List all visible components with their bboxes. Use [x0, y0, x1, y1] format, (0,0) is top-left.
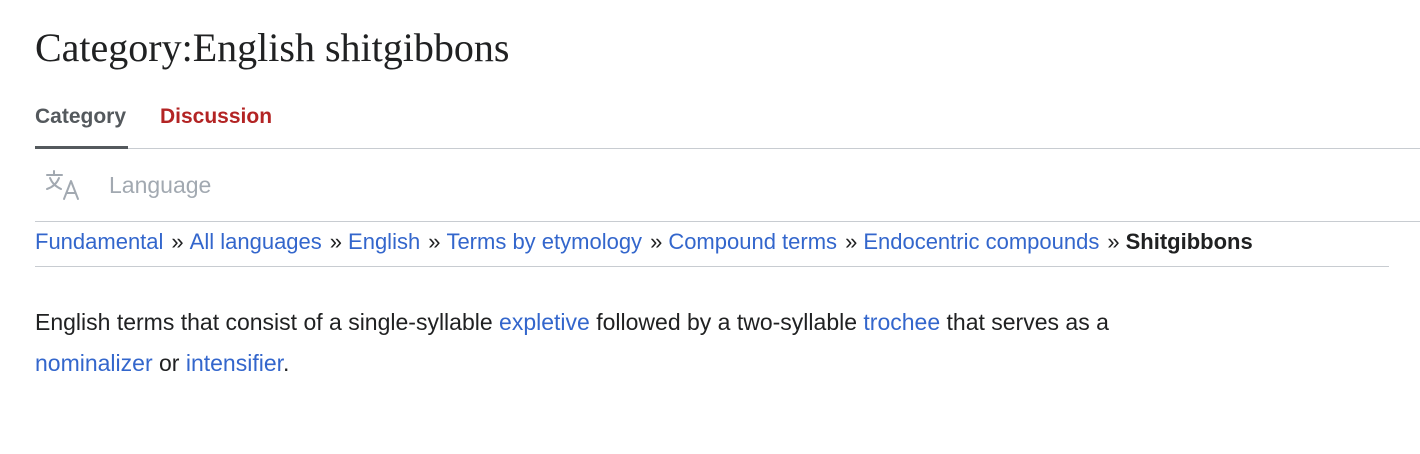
breadcrumb-link-fundamental[interactable]: Fundamental: [35, 229, 163, 254]
description-text: that serves as a: [940, 309, 1109, 335]
tab-category[interactable]: Category: [35, 96, 129, 149]
breadcrumb-link-endocentric-compounds[interactable]: Endocentric compounds: [863, 229, 1099, 254]
language-bar: Language: [35, 149, 1420, 222]
breadcrumb-link-all-languages[interactable]: All languages: [190, 229, 322, 254]
description-text: or: [152, 350, 186, 376]
translate-icon: [45, 167, 81, 203]
breadcrumb-separator: »: [171, 229, 184, 254]
breadcrumb-separator: »: [650, 229, 663, 254]
breadcrumb-separator: »: [329, 229, 343, 254]
description-text: English terms that consist of a single-s…: [35, 309, 500, 335]
breadcrumb-link-compound-terms[interactable]: Compound terms: [668, 229, 837, 254]
namespace-tabs: Category Discussion: [35, 96, 1420, 149]
breadcrumb-link-english[interactable]: English: [348, 229, 420, 254]
language-button[interactable]: Language: [45, 167, 211, 203]
breadcrumb: Fundamental» All languages» English» Terms …: [35, 222, 1389, 267]
category-description: English terms that consist of a single-s…: [35, 302, 1420, 384]
link-nominalizer[interactable]: nominalizer: [35, 350, 153, 376]
tab-category-label: Category: [35, 105, 127, 128]
tab-discussion-label: Discussion: [160, 105, 273, 128]
tab-discussion[interactable]: Discussion: [160, 96, 272, 148]
description-text: .: [283, 350, 290, 376]
breadcrumb-separator: »: [845, 229, 858, 254]
link-trochee[interactable]: trochee: [863, 309, 940, 335]
link-intensifier[interactable]: intensifier: [186, 350, 283, 376]
breadcrumb-separator: »: [428, 229, 441, 254]
link-expletive[interactable]: expletive: [499, 309, 590, 335]
language-label: Language: [109, 171, 212, 198]
description-text: followed by a two-syllable: [589, 309, 864, 335]
breadcrumb-current: Shitgibbons: [1125, 229, 1253, 254]
page-title: Category:English shitgibbons: [35, 25, 510, 70]
breadcrumb-separator: »: [1107, 229, 1120, 254]
breadcrumb-link-terms-by-etymology[interactable]: Terms by etymology: [446, 229, 642, 254]
page-container: Category:English shitgibbons Category Di…: [35, 0, 1420, 454]
